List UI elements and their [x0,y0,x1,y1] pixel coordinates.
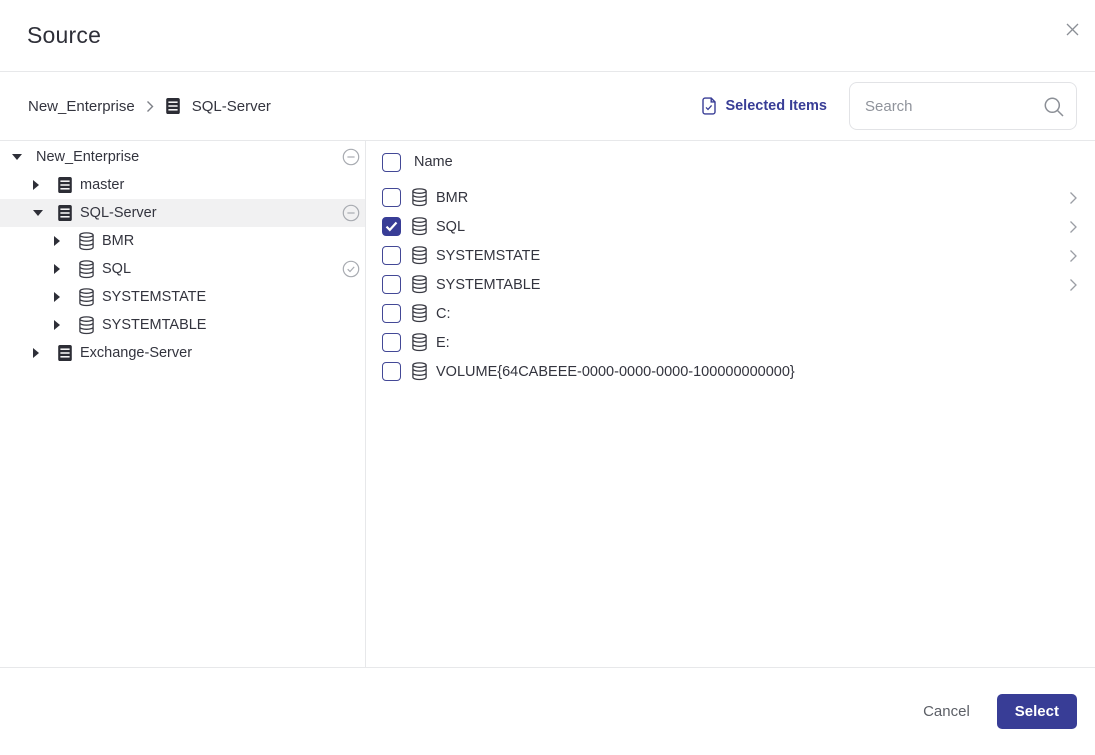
database-icon [411,275,428,294]
tree-row[interactable]: New_Enterprise [0,143,365,171]
row-checkbox[interactable] [382,333,401,352]
tree-expand-arrow-icon[interactable] [12,154,23,160]
object-list-rows: BMR SQL [382,183,1079,386]
content-area: New_Enterprise master SQL-Server [0,140,1095,668]
list-item-label: SYSTEMTABLE [436,277,540,293]
row-checkbox[interactable] [382,217,401,236]
partial-selected-icon [342,204,360,222]
server-icon [57,176,73,194]
tree-row[interactable]: master [0,171,365,199]
row-checkbox[interactable] [382,304,401,323]
list-row[interactable]: SQL [382,212,1079,241]
search-icon [1043,96,1065,118]
chevron-right-icon[interactable] [1069,191,1078,210]
list-header: Name [382,148,1079,176]
breadcrumb-item-new-enterprise[interactable]: New_Enterprise [28,98,135,115]
name-column-header: Name [414,154,453,170]
page-title: Source [27,22,101,49]
server-icon [165,97,181,115]
toolbar-right: Selected Items [701,82,1077,130]
tree-expand-arrow-icon[interactable] [54,264,65,274]
server-icon [57,344,73,362]
selected-items-label: Selected Items [725,98,827,114]
database-icon [411,188,428,207]
tree-row[interactable]: SYSTEMSTATE [0,283,365,311]
chevron-right-icon[interactable] [1069,220,1078,239]
search-box [849,82,1077,130]
tree-item-label: SQL [102,261,131,277]
tree-row[interactable]: SQL [0,255,365,283]
list-row[interactable]: SYSTEMTABLE [382,270,1079,299]
document-check-icon [701,97,717,115]
tree-item-label: master [80,177,124,193]
database-icon [411,304,428,323]
tree-item-label: Exchange-Server [80,345,192,361]
chevron-right-icon[interactable] [1069,249,1078,268]
source-modal: Source New_Enterprise SQL-Server [0,0,1095,755]
row-checkbox[interactable] [382,362,401,381]
list-item-label: E: [436,335,450,351]
database-icon [78,316,95,335]
row-checkbox[interactable] [382,188,401,207]
search-input[interactable] [865,98,1045,115]
tree-expand-arrow-icon[interactable] [54,292,65,302]
breadcrumb: New_Enterprise SQL-Server [28,97,271,115]
close-icon[interactable] [1063,22,1081,40]
breadcrumb-item-sql-server[interactable]: SQL-Server [192,98,271,115]
selected-items-button[interactable]: Selected Items [701,97,827,115]
database-icon [78,232,95,251]
list-row[interactable]: BMR [382,183,1079,212]
modal-footer: Cancel Select [0,668,1095,755]
cancel-button[interactable]: Cancel [923,703,970,720]
tree-item-label: SYSTEMSTATE [102,289,206,305]
tree-row[interactable]: BMR [0,227,365,255]
tree-expand-arrow-icon[interactable] [54,236,65,246]
list-row[interactable]: E: [382,328,1079,357]
object-list: Name BMR [366,141,1095,667]
list-row[interactable]: SYSTEMSTATE [382,241,1079,270]
database-icon [411,217,428,236]
database-icon [411,333,428,352]
partial-selected-icon [342,148,360,166]
list-row[interactable]: VOLUME{64CABEEE-0000-0000-0000-100000000… [382,357,1079,386]
tree-expand-arrow-icon[interactable] [33,180,44,190]
selected-icon [342,260,360,278]
tree-row[interactable]: SQL-Server [0,199,365,227]
source-tree: New_Enterprise master SQL-Server [0,141,366,667]
database-icon [78,260,95,279]
chevron-right-icon[interactable] [1069,278,1078,297]
server-icon [57,204,73,222]
toolbar: New_Enterprise SQL-Server Selected Items [0,72,1095,140]
breadcrumb-chevron-icon [146,100,154,113]
list-item-label: SYSTEMSTATE [436,248,540,264]
database-icon [78,288,95,307]
tree-row[interactable]: SYSTEMTABLE [0,311,365,339]
list-row[interactable]: C: [382,299,1079,328]
list-item-label: BMR [436,190,468,206]
database-icon [411,246,428,265]
tree-item-label: New_Enterprise [36,149,139,165]
list-item-label: VOLUME{64CABEEE-0000-0000-0000-100000000… [436,364,795,380]
tree-item-label: SQL-Server [80,205,157,221]
tree-expand-arrow-icon[interactable] [54,320,65,330]
select-button[interactable]: Select [997,694,1077,729]
select-all-checkbox[interactable] [382,153,401,172]
list-item-label: SQL [436,219,465,235]
list-item-label: C: [436,306,451,322]
tree-expand-arrow-icon[interactable] [33,348,44,358]
modal-header: Source [0,0,1095,72]
database-icon [411,362,428,381]
tree-item-label: SYSTEMTABLE [102,317,206,333]
tree-expand-arrow-icon[interactable] [33,210,44,216]
tree-item-label: BMR [102,233,134,249]
row-checkbox[interactable] [382,275,401,294]
row-checkbox[interactable] [382,246,401,265]
tree-row[interactable]: Exchange-Server [0,339,365,367]
